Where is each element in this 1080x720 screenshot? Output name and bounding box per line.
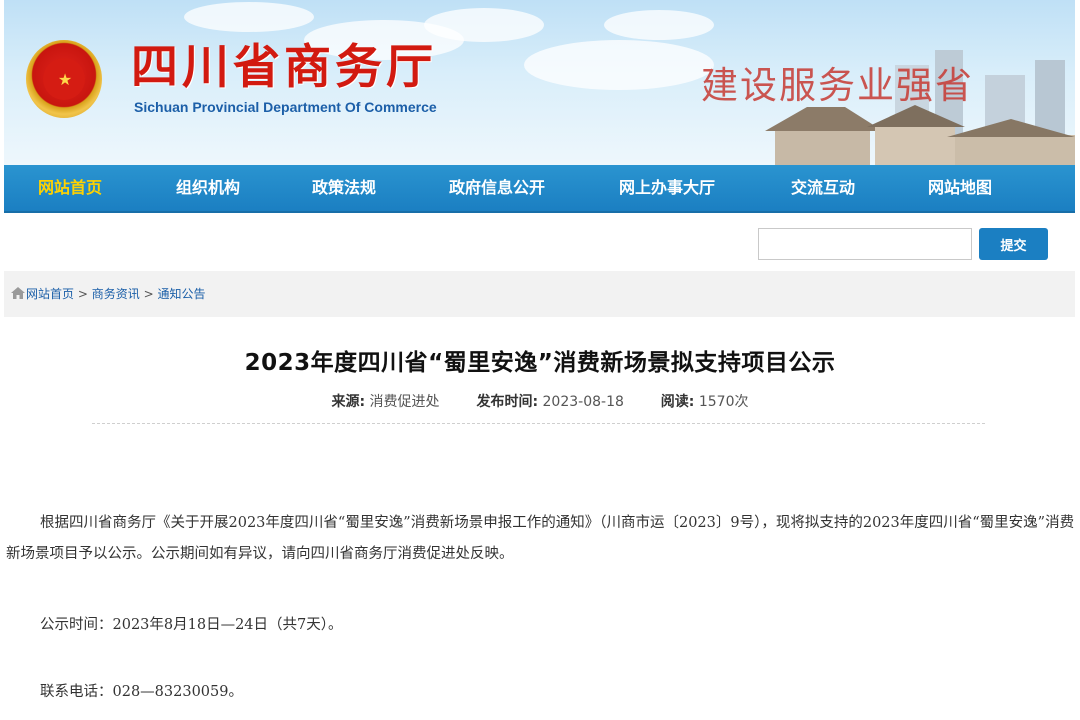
source-label: 来源: [331, 394, 366, 410]
view-count-label: 阅读: [660, 394, 695, 410]
title-divider [92, 423, 985, 424]
breadcrumb-link-home[interactable]: 网站首页 [26, 287, 74, 301]
site-banner: ★ 四川省商务厅 Sichuan Provincial Department O… [4, 0, 1075, 165]
nav-item-online-services[interactable]: 网上办事大厅 [619, 165, 715, 211]
site-name: 四川省商务厅 [131, 40, 437, 95]
source-value: 消费促进处 [369, 394, 440, 410]
breadcrumb-separator: > [143, 287, 154, 301]
site-name-english: Sichuan Provincial Department Of Commerc… [134, 99, 437, 115]
article-paragraph-contact: 联系电话：028—83230059。 [40, 684, 243, 700]
breadcrumb-link-notices[interactable]: 通知公告 [157, 287, 205, 301]
article-paragraph-period: 公示时间：2023年8月18日—24日（共7天）。 [40, 617, 343, 633]
breadcrumb: 网站首页 > 商务资讯 > 通知公告 [4, 271, 1075, 317]
publish-date-value: 2023-08-18 [542, 394, 624, 410]
home-icon [11, 287, 25, 299]
nav-item-policies[interactable]: 政策法规 [312, 165, 376, 211]
nav-item-organization[interactable]: 组织机构 [176, 165, 240, 211]
national-emblem-icon: ★ [26, 40, 102, 118]
nav-item-interaction[interactable]: 交流互动 [791, 165, 855, 211]
search-submit-button[interactable]: 提交 [979, 228, 1048, 260]
breadcrumb-link-news[interactable]: 商务资讯 [92, 287, 140, 301]
article-paragraph: 根据四川省商务厅《关于开展2023年度四川省“蜀里安逸”消费新场景申报工作的通知… [6, 515, 1075, 562]
nav-item-sitemap[interactable]: 网站地图 [928, 165, 992, 211]
view-count-value: 1570次 [698, 394, 749, 410]
nav-item-gov-info[interactable]: 政府信息公开 [449, 165, 545, 211]
nav-item-home[interactable]: 网站首页 [38, 165, 102, 211]
publish-date-label: 发布时间: [476, 394, 539, 410]
article-title: 2023年度四川省“蜀里安逸”消费新场景拟支持项目公示 [244, 350, 836, 376]
main-nav: 网站首页 组织机构 政策法规 政府信息公开 网上办事大厅 交流互动 网站地图 [4, 165, 1075, 213]
search-input[interactable] [758, 228, 972, 260]
article-meta: 来源: 消费促进处 发布时间: 2023-08-18 阅读: 1570次 [0, 391, 1080, 411]
breadcrumb-separator: > [77, 287, 88, 301]
banner-slogan: 建设服务业强省 [701, 64, 974, 107]
